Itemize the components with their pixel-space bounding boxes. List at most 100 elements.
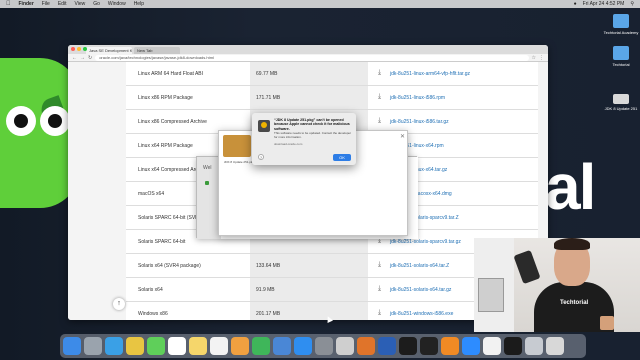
product-name: Solaris SPARC 64-bit	[138, 239, 186, 245]
download-link[interactable]: jdk-8u251-linux-i586.rpm	[390, 95, 445, 101]
forward-icon[interactable]: →	[80, 55, 85, 61]
product-name: Linux x86 Compressed Archive	[138, 119, 207, 125]
download-link[interactable]: jdk-8u251-solaris-x64.tar.Z	[390, 263, 449, 269]
download-icon[interactable]: ⤓	[378, 285, 381, 293]
download-icon[interactable]: ⤓	[378, 309, 381, 317]
product-name: Linux x64 RPM Package	[138, 143, 193, 149]
microphone	[513, 249, 541, 285]
downloads-icon[interactable]	[525, 337, 543, 355]
package-icon[interactable]	[223, 135, 251, 157]
menu-file[interactable]: File	[42, 1, 50, 7]
gatekeeper-alert: “JDK 8 Update 251.pkg” can’t be opened b…	[252, 113, 356, 165]
step-indicator-icon	[205, 181, 209, 185]
file-size: 133.64 MB	[256, 263, 281, 269]
desktop-icon-label: Techtorial Academy	[603, 30, 639, 35]
file-size: 69.77 MB	[256, 71, 278, 77]
file-size: 91.9 MB	[256, 287, 275, 293]
zoom-window-button[interactable]	[83, 47, 87, 51]
photos-icon[interactable]	[231, 337, 249, 355]
warning-icon	[258, 120, 270, 132]
wifi-icon[interactable]: ●	[574, 1, 577, 7]
safari-icon[interactable]	[105, 337, 123, 355]
shirt-logo-text: Techtorial	[560, 300, 589, 306]
table-row: Linux ARM 64 Hard Float ABI 69.77 MB ⤓ j…	[126, 62, 538, 86]
download-icon[interactable]: ⤓	[378, 93, 381, 101]
help-button[interactable]: ?	[258, 154, 264, 160]
drive-icon	[613, 94, 629, 104]
ok-button[interactable]: OK	[333, 154, 351, 161]
tab-java-downloads[interactable]: Java SE Development Kit 8...	[86, 47, 132, 54]
menu-finder[interactable]: Finder	[19, 1, 34, 7]
download-icon[interactable]: ⤓	[378, 69, 381, 77]
calendar-icon[interactable]	[168, 337, 186, 355]
apple-menu-icon[interactable]: 	[6, 1, 11, 7]
menubar-clock[interactable]: Fri Apr 24 4:52 PM	[583, 1, 625, 7]
launchpad-icon[interactable]	[84, 337, 102, 355]
word-icon[interactable]	[378, 337, 396, 355]
intellij-icon[interactable]	[399, 337, 417, 355]
chrome-icon[interactable]	[126, 337, 144, 355]
webcam-monitor	[478, 278, 504, 312]
terminal-icon[interactable]	[420, 337, 438, 355]
url-input[interactable]: oracle.com/java/technologies/javase/java…	[95, 54, 529, 61]
webcam-overlay: Techtorial	[474, 238, 640, 332]
download-link[interactable]: jdk-8u251-linux-i586.tar.gz	[390, 119, 449, 125]
presenter-hair	[554, 238, 590, 250]
desktop-icon-label: JDK 8 Update 251	[604, 106, 638, 111]
menu-edit[interactable]: Edit	[58, 1, 67, 7]
download-link[interactable]: jdk-8u251-solaris-sparcv9.tar.gz	[390, 239, 461, 245]
keynote-icon[interactable]	[273, 337, 291, 355]
desktop-icon-label: Techtorial	[612, 62, 630, 67]
desktop-folder-techtorial-academy[interactable]: Techtorial Academy	[603, 14, 639, 35]
menu-view[interactable]: View	[74, 1, 85, 7]
numbers-icon[interactable]	[252, 337, 270, 355]
tab-bar: Java SE Development Kit 8... New Tab	[68, 45, 548, 54]
desktop-drive-jdk[interactable]: JDK 8 Update 251	[603, 90, 639, 111]
screenshot-icon[interactable]	[336, 337, 354, 355]
menu-dots-icon[interactable]: ⋮	[539, 55, 544, 61]
zoom-icon[interactable]	[462, 337, 480, 355]
download-link[interactable]: jdk-8u251-windows-i586.exe	[390, 311, 453, 317]
reminders-icon[interactable]	[210, 337, 228, 355]
file-size: 171.71 MB	[256, 95, 281, 101]
firefox-icon[interactable]	[357, 337, 375, 355]
app-store-icon[interactable]	[294, 337, 312, 355]
dock	[60, 334, 586, 358]
alert-title: “JDK 8 Update 251.pkg” can’t be opened b…	[274, 118, 350, 131]
slack-icon[interactable]	[483, 337, 501, 355]
product-name: Solaris x64 (SVR4 package)	[138, 263, 201, 269]
system-preferences-icon[interactable]	[315, 337, 333, 355]
spotlight-icon[interactable]: ⚲	[630, 1, 634, 7]
download-link[interactable]: jdk-8u251-solaris-x64.tar.gz	[390, 287, 451, 293]
download-icon[interactable]: ⤓	[378, 261, 381, 269]
file-size: 201.17 MB	[256, 311, 281, 317]
window-controls	[71, 47, 87, 51]
activity-monitor-icon[interactable]	[504, 337, 522, 355]
star-icon[interactable]: ☆	[532, 55, 536, 61]
menu-help[interactable]: Help	[134, 1, 144, 7]
menu-go[interactable]: Go	[93, 1, 100, 7]
address-bar: ← → ↻ oracle.com/java/technologies/javas…	[68, 54, 548, 62]
tab-new-tab[interactable]: New Tab	[134, 47, 180, 54]
desktop-folder-techtorial[interactable]: Techtorial	[603, 46, 639, 67]
sublime-icon[interactable]	[441, 337, 459, 355]
notes-icon[interactable]	[189, 337, 207, 355]
product-name: macOS x64	[138, 191, 165, 197]
minimize-window-button[interactable]	[77, 47, 81, 51]
scroll-to-top-button[interactable]: ↑	[113, 298, 125, 310]
finder-icon[interactable]	[63, 337, 81, 355]
menu-window[interactable]: Window	[108, 1, 126, 7]
trash-icon[interactable]	[546, 337, 564, 355]
product-name: Solaris x64	[138, 287, 163, 293]
folder-icon	[613, 14, 629, 28]
coffee-cup	[600, 316, 614, 330]
product-name: Linux x86 RPM Package	[138, 95, 193, 101]
back-icon[interactable]: ←	[72, 55, 77, 61]
download-icon[interactable]: ⤓	[378, 117, 381, 125]
reload-icon[interactable]: ↻	[88, 55, 92, 61]
alert-message: This software needs to be updated. Conta…	[274, 131, 352, 139]
close-icon[interactable]: ✕	[400, 133, 405, 140]
messages-icon[interactable]	[147, 337, 165, 355]
close-window-button[interactable]	[71, 47, 75, 51]
download-link[interactable]: jdk-8u251-linux-arm64-vfp-hflt.tar.gz	[390, 71, 470, 77]
